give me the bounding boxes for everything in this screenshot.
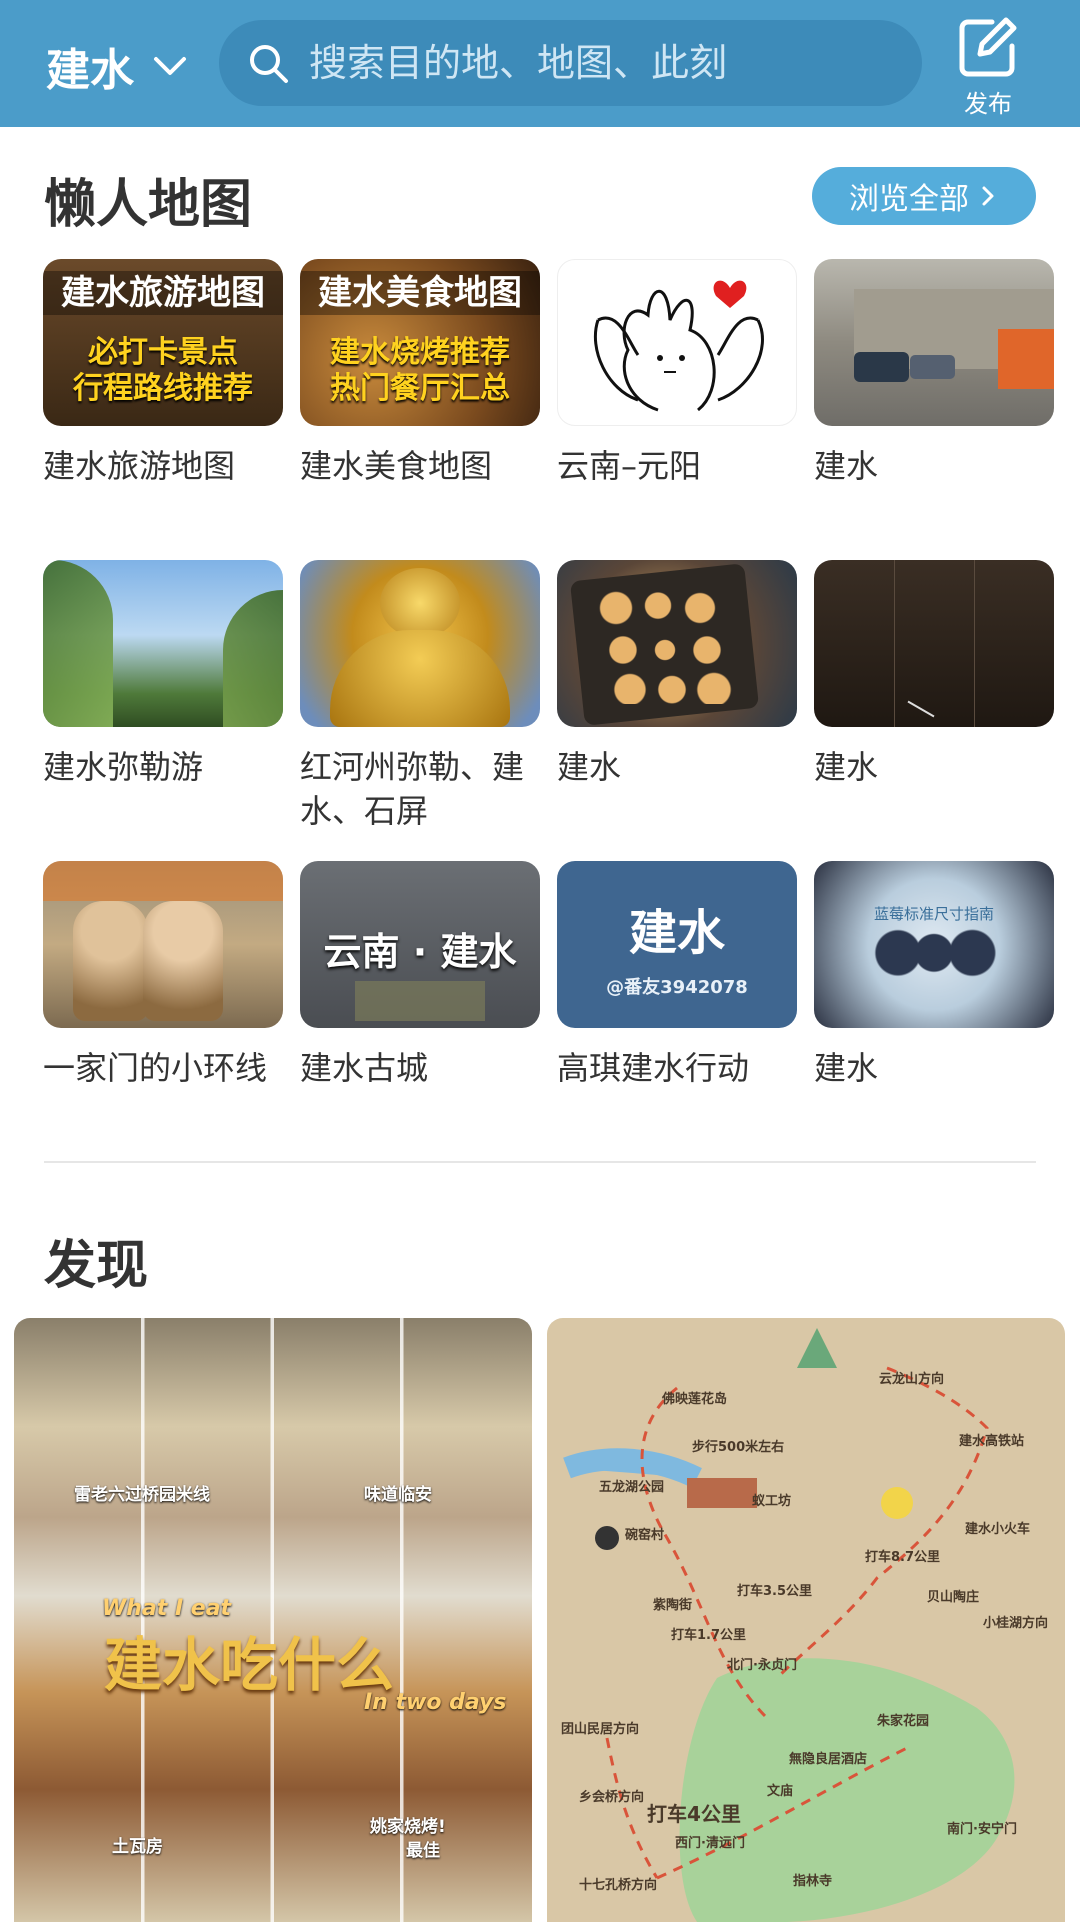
map-card-caption: 建水古城 xyxy=(300,1049,429,1087)
map-card-caption: 建水 xyxy=(557,748,622,786)
edit-icon xyxy=(959,17,1017,77)
section-title-lazy-maps: 懒人地图 xyxy=(44,175,253,235)
map-place-label: 佛映莲花岛 xyxy=(662,1392,728,1407)
photo-label: In two days xyxy=(364,1690,507,1715)
map-card-caption: 建水弥勒游 xyxy=(43,748,204,786)
map-place-label: 紫陶街 xyxy=(653,1598,693,1613)
map-place-label: 建水高铁站 xyxy=(959,1434,1025,1449)
map-place-label: 贝山陶庄 xyxy=(927,1590,980,1605)
map-card[interactable]: 建水旅游地图 必打卡景点 行程路线推荐 建水旅游地图 xyxy=(43,259,283,488)
thumbnail-subtitle: 热门餐厅汇总 xyxy=(330,371,510,406)
map-place-label: 云龙山方向 xyxy=(879,1372,945,1387)
map-card[interactable]: 蓝莓标准尺寸指南 建水 xyxy=(814,861,1054,1090)
map-card-caption: 建水 xyxy=(814,1049,879,1087)
map-place-label: 打车1.7公里 xyxy=(671,1628,747,1643)
photo-label: 姚家烧烤! xyxy=(370,1817,446,1837)
map-place-label: 無隐良居酒店 xyxy=(789,1752,868,1767)
map-place-label: 碗窑村 xyxy=(625,1528,665,1543)
map-thumbnail: 云南 · 建水 xyxy=(300,861,540,1028)
map-card-caption: 建水 xyxy=(814,447,879,485)
photo-label: 雷老六过桥园米线 xyxy=(74,1485,210,1505)
map-thumbnail: 建水美食地图 建水烧烤推荐 热门餐厅汇总 xyxy=(300,259,540,426)
publish-button[interactable]: 发布 xyxy=(958,16,1018,118)
map-place-label: 打车4公里 xyxy=(647,1802,741,1826)
map-thumbnail xyxy=(43,861,283,1028)
search-input[interactable] xyxy=(309,41,869,85)
map-card[interactable]: 建水 xyxy=(814,259,1054,488)
map-card[interactable]: 建水 xyxy=(814,560,1054,789)
map-card-caption: 云南–元阳 xyxy=(557,447,702,485)
photo-label: 味道临安 xyxy=(364,1485,432,1505)
map-place-label: 朱家花园 xyxy=(877,1714,930,1729)
map-card[interactable]: 建水 xyxy=(557,560,797,789)
map-card[interactable]: 建水 @番友3942078 高琪建水行动 xyxy=(557,861,797,1090)
map-place-label: 文庙 xyxy=(767,1784,794,1799)
thumbnail-title: 建水旅游地图 xyxy=(43,271,283,315)
section-title-discover: 发现 xyxy=(44,1236,149,1296)
map-card-caption: 红河州弥勒、建水、石屏 xyxy=(300,748,525,830)
map-card-caption: 一家门的小环线 xyxy=(43,1049,268,1087)
search-icon xyxy=(250,45,288,83)
thumbnail-title: 云南 · 建水 xyxy=(323,930,517,974)
photo-label: 土瓦房 xyxy=(112,1837,163,1857)
chevron-down-icon xyxy=(154,57,186,75)
map-card-caption: 建水旅游地图 xyxy=(43,447,236,485)
post-title: 建水吃什么 xyxy=(104,1631,395,1699)
map-card-caption: 建水美食地图 xyxy=(300,447,493,485)
city-name: 建水 xyxy=(46,45,134,96)
thumbnail-title: 建水美食地图 xyxy=(300,271,540,315)
map-place-label: 蚁工坊 xyxy=(752,1494,792,1509)
rabbit-illustration xyxy=(593,280,764,412)
map-thumbnail xyxy=(557,259,797,426)
map-place-label: 小桂湖方向 xyxy=(983,1616,1049,1631)
map-card-caption: 高琪建水行动 xyxy=(557,1049,750,1087)
map-thumbnail xyxy=(43,560,283,727)
thumbnail-title: 建水 xyxy=(628,905,725,961)
map-place-label: 团山民居方向 xyxy=(561,1722,640,1737)
map-thumbnail xyxy=(557,560,797,727)
map-thumbnail: 建水 @番友3942078 xyxy=(557,861,797,1028)
map-card[interactable]: 建水弥勒游 xyxy=(43,560,283,789)
map-place-label: 南门·安宁门 xyxy=(947,1822,1017,1837)
map-card[interactable]: 建水美食地图 建水烧烤推荐 热门餐厅汇总 建水美食地图 xyxy=(300,259,540,488)
section-divider xyxy=(44,1161,1036,1163)
map-card[interactable]: 红河州弥勒、建水、石屏 xyxy=(300,560,540,833)
browse-all-label: 浏览全部 xyxy=(849,182,969,217)
map-card[interactable]: 云南 · 建水 建水古城 xyxy=(300,861,540,1090)
thumbnail-author: @番友3942078 xyxy=(606,977,748,998)
map-place-label: 指林寺 xyxy=(793,1874,833,1889)
discover-post[interactable]: 云龙山方向 佛映莲花岛 步行500米左右 建水高铁站 五龙湖公园 蚁工坊 碗窑村… xyxy=(547,1318,1065,1922)
map-thumbnail: 蓝莓标准尺寸指南 xyxy=(814,861,1054,1028)
publish-label: 发布 xyxy=(964,90,1012,118)
map-place-label: 西门·清远门 xyxy=(675,1836,745,1851)
map-card-caption: 建水 xyxy=(814,748,879,786)
search-bar[interactable] xyxy=(219,20,922,106)
map-place-label: 建水小火车 xyxy=(965,1522,1031,1537)
top-bar: 建水 发布 xyxy=(0,0,1080,127)
map-thumbnail xyxy=(300,560,540,727)
map-thumbnail xyxy=(814,259,1054,426)
map-place-label: 十七孔桥方向 xyxy=(579,1878,658,1893)
map-place-label: 步行500米左右 xyxy=(692,1440,785,1455)
map-place-label: 五龙湖公园 xyxy=(599,1480,665,1495)
chevron-right-icon xyxy=(982,186,994,206)
thumbnail-subtitle: 必打卡景点 xyxy=(88,335,238,370)
map-place-label: 打车3.5公里 xyxy=(737,1584,813,1599)
map-card[interactable]: 一家门的小环线 xyxy=(43,861,283,1090)
photo-label: 最佳 xyxy=(406,1841,440,1861)
discover-post[interactable]: 雷老六过桥园米线 味道临安 What I eat 建水吃什么 In two da… xyxy=(14,1318,532,1922)
map-place-label: 北门·永贞门 xyxy=(727,1658,797,1673)
thumbnail-title: 蓝莓标准尺寸指南 xyxy=(873,905,994,923)
map-thumbnail xyxy=(814,560,1054,727)
city-selector[interactable]: 建水 xyxy=(46,34,190,98)
thumbnail-subtitle: 行程路线推荐 xyxy=(73,371,253,406)
map-place-label: 打车8.7公里 xyxy=(865,1550,941,1565)
map-card[interactable]: 云南–元阳 xyxy=(557,259,797,488)
map-thumbnail: 建水旅游地图 必打卡景点 行程路线推荐 xyxy=(43,259,283,426)
map-place-label: 乡会桥方向 xyxy=(579,1790,645,1805)
thumbnail-subtitle: 建水烧烤推荐 xyxy=(330,335,510,370)
browse-all-button[interactable]: 浏览全部 xyxy=(812,167,1036,225)
